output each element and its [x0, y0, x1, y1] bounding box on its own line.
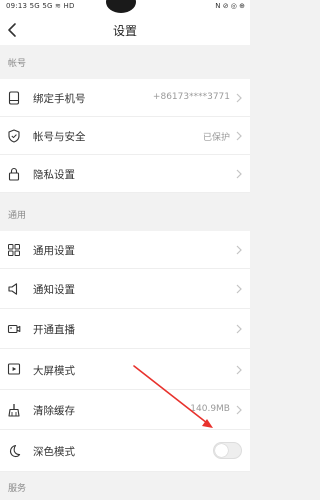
row-label: 大屏模式	[33, 365, 75, 377]
settings-row-privacy[interactable]: 隐私设置	[0, 155, 250, 193]
row-label: 隐私设置	[33, 169, 75, 181]
moon-icon	[9, 444, 21, 458]
section-header-label: 服务	[8, 484, 27, 494]
chevron-right-icon	[236, 365, 242, 375]
settings-row-big-screen-mode[interactable]: 大屏模式	[0, 349, 250, 390]
page-title: 设置	[112, 24, 137, 38]
chevron-right-icon	[236, 284, 242, 294]
shield-icon	[8, 129, 20, 143]
row-label: 帐号与安全	[33, 131, 86, 143]
row-label: 开通直播	[33, 324, 75, 336]
row-label: 深色模式	[33, 446, 75, 458]
status-left: 09:13 5G 5G ≋ HD	[6, 2, 75, 10]
section-header-general: 通用	[0, 193, 250, 231]
settings-row-bind-phone[interactable]: 绑定手机号 +86173****3771	[0, 79, 250, 117]
chevron-right-icon	[236, 169, 242, 179]
chevron-right-icon	[236, 245, 242, 255]
section-header-label: 通用	[8, 211, 27, 221]
toggle-knob	[215, 444, 228, 457]
settings-row-live-streaming[interactable]: 开通直播	[0, 309, 250, 349]
row-value: 140.9MB	[190, 404, 230, 414]
grid-icon	[8, 244, 20, 256]
row-label: 通知设置	[33, 284, 75, 296]
settings-row-general[interactable]: 通用设置	[0, 231, 250, 269]
status-time: 09:13	[6, 2, 28, 10]
play-screen-icon	[7, 363, 21, 375]
row-label: 通用设置	[33, 245, 75, 257]
section-header-label: 帐号	[8, 59, 27, 69]
status-bar: 09:13 5G 5G ≋ HD N ⊘ ◎ ⊕	[0, 0, 250, 15]
status-network-indicators: 5G 5G ≋ HD	[29, 2, 75, 10]
dark-mode-toggle[interactable]	[213, 442, 242, 459]
nav-bar: 设置	[0, 15, 250, 45]
phone-icon	[8, 91, 20, 105]
lock-icon	[8, 167, 20, 181]
status-system-indicators: N ⊘ ◎ ⊕	[215, 2, 245, 10]
broom-icon	[8, 404, 20, 417]
speaker-icon	[8, 283, 18, 295]
row-label: 绑定手机号	[33, 93, 86, 105]
camera-cutout	[106, 0, 136, 13]
settings-row-account-security[interactable]: 帐号与安全 已保护	[0, 117, 250, 155]
section-header-account: 帐号	[0, 45, 250, 79]
settings-row-notifications[interactable]: 通知设置	[0, 269, 250, 309]
chevron-right-icon	[236, 324, 242, 334]
settings-row-dark-mode: 深色模式	[0, 430, 250, 472]
row-value: +86173****3771	[152, 92, 230, 102]
video-camera-icon	[7, 324, 21, 334]
row-value: 已保护	[202, 133, 230, 143]
chevron-right-icon	[236, 131, 242, 141]
section-header-service: 服务	[0, 472, 250, 500]
chevron-right-icon	[236, 93, 242, 103]
row-label: 清除缓存	[33, 405, 75, 417]
chevron-right-icon	[236, 405, 242, 415]
settings-row-clear-cache[interactable]: 清除缓存 140.9MB	[0, 390, 250, 430]
